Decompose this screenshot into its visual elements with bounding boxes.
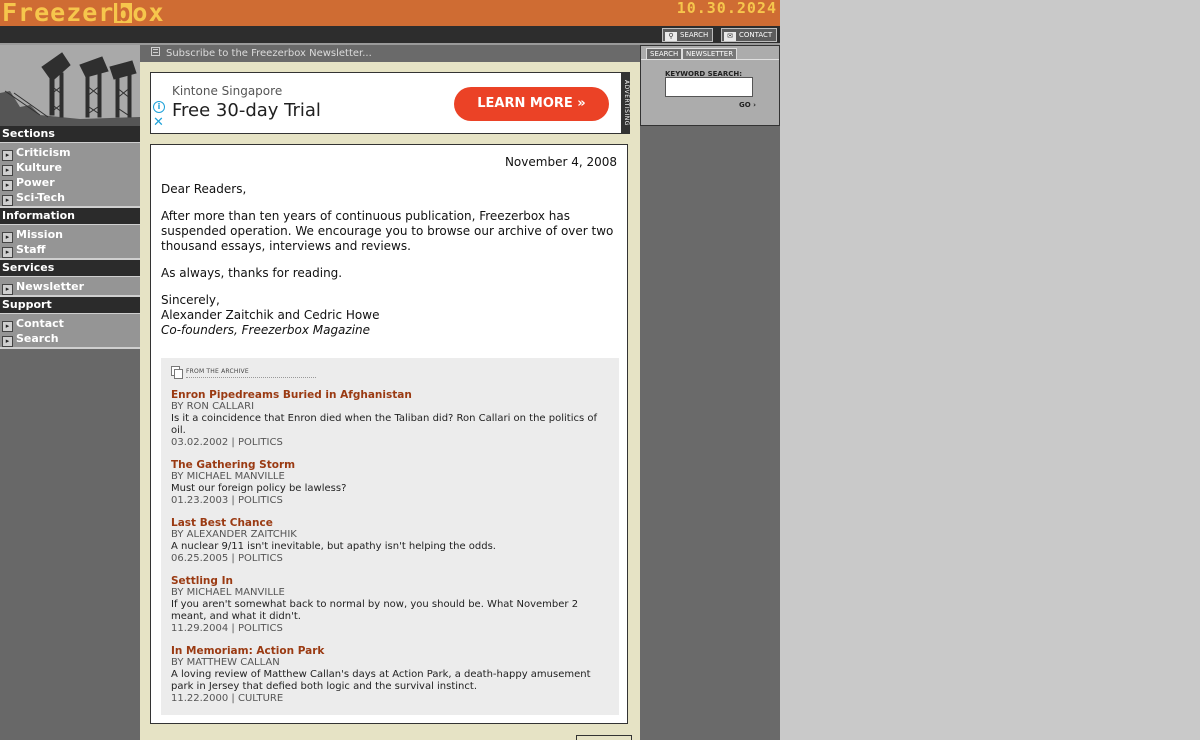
nav-item-label: Newsletter bbox=[16, 280, 85, 293]
nav-item-criticism[interactable]: ▸ Criticism bbox=[0, 145, 140, 161]
nav-item-mission[interactable]: ▸ Mission bbox=[0, 227, 140, 243]
sidebar-illustration bbox=[0, 45, 140, 126]
search-panel: Search Newsletter Keyword Search: GO › bbox=[640, 45, 780, 126]
learn-more-button[interactable]: LEARN MORE » bbox=[454, 87, 609, 121]
archive-item-title[interactable]: The Gathering Storm bbox=[171, 459, 611, 471]
archive-item: Last Best Chance BY ALEXANDER ZAITCHIK A… bbox=[171, 517, 611, 565]
archive-item: In Memoriam: Action Park BY MATTHEW CALL… bbox=[171, 645, 611, 705]
newsletter-icon bbox=[151, 47, 160, 56]
archive-item: The Gathering Storm BY MICHAEL MANVILLE … bbox=[171, 459, 611, 507]
nav-heading-services: Services bbox=[0, 260, 140, 277]
nav-item-label: Criticism bbox=[16, 146, 71, 159]
info-icon[interactable]: i bbox=[153, 101, 165, 113]
nav-item-search[interactable]: ▸ Search bbox=[0, 331, 140, 347]
ad-sponsor: Kintone Singapore bbox=[172, 84, 283, 98]
archive-item: Enron Pipedreams Buried in Afghanistan B… bbox=[171, 389, 611, 449]
letter-signatories: Alexander Zaitchik and Cedric Howe bbox=[161, 308, 380, 322]
nav-heading-information: Information bbox=[0, 208, 140, 225]
nav-item-newsletter[interactable]: ▸ Newsletter bbox=[0, 279, 140, 295]
archive-label: From the Archive bbox=[186, 368, 316, 378]
archive-item-meta: 06.25.2005 | POLITICS bbox=[171, 553, 283, 564]
advertising-tag: ADVERTISING bbox=[622, 72, 630, 134]
letter-role: Co-founders, Freezerbox Magazine bbox=[161, 323, 371, 337]
nav-item-kulture[interactable]: ▸ Kulture bbox=[0, 160, 140, 176]
nav-item-sci-tech[interactable]: ▸ Sci-Tech bbox=[0, 190, 140, 206]
archive-item-title[interactable]: In Memoriam: Action Park bbox=[171, 645, 611, 657]
nav-item-label: Staff bbox=[16, 243, 46, 256]
go-label: GO bbox=[739, 101, 751, 109]
archive-item-meta: 11.22.2000 | CULTURE bbox=[171, 693, 284, 704]
top-nav-bar: ⚲ Search ✉ Contact bbox=[0, 26, 780, 45]
archive-item-byline: BY ALEXANDER ZAITCHIK bbox=[171, 529, 297, 540]
advertisement-banner[interactable]: i ✕ Kintone Singapore Free 30-day Trial … bbox=[150, 72, 622, 134]
archive-item-byline: BY RON CALLARI bbox=[171, 401, 255, 412]
archive-item-byline: BY MATTHEW CALLAN bbox=[171, 657, 280, 668]
archive-item-title[interactable]: Last Best Chance bbox=[171, 517, 611, 529]
search-toplink[interactable]: ⚲ Search bbox=[662, 28, 714, 42]
archive-item-desc: A nuclear 9/11 isn't inevitable, but apa… bbox=[171, 541, 496, 552]
archive-item: Settling In BY MICHAEL MANVILLE If you a… bbox=[171, 575, 611, 635]
header-date: 10.30.2024 bbox=[676, 0, 777, 17]
archive-item-desc: Must our foreign policy be lawless? bbox=[171, 483, 347, 494]
letter-date: November 4, 2008 bbox=[504, 155, 617, 169]
letter-greeting: Dear Readers, bbox=[161, 182, 247, 196]
contact-toplink[interactable]: ✉ Contact bbox=[721, 28, 778, 42]
ad-headline[interactable]: Free 30-day Trial bbox=[172, 100, 321, 121]
site-frame: Freezerbox 10.30.2024 ⚲ Search ✉ Contact bbox=[0, 0, 780, 740]
search-icon: ⚲ bbox=[665, 32, 677, 41]
archive-item-meta: 03.02.2002 | POLITICS bbox=[171, 437, 283, 448]
nav-item-contact[interactable]: ▸ Contact bbox=[0, 316, 140, 332]
archive-item-meta: 01.23.2003 | POLITICS bbox=[171, 495, 283, 506]
nav-item-label: Kulture bbox=[16, 161, 62, 174]
nav-item-label: Search bbox=[16, 332, 59, 345]
back-to-top-button[interactable] bbox=[576, 735, 632, 740]
archive-item-byline: BY MICHAEL MANVILLE bbox=[171, 587, 285, 598]
letter-thanks: As always, thanks for reading. bbox=[161, 266, 343, 280]
close-icon[interactable]: ✕ bbox=[153, 116, 164, 129]
contact-toplink-label: Contact bbox=[739, 31, 773, 39]
archive-panel: From the Archive Enron Pipedreams Buried… bbox=[161, 358, 619, 715]
archive-item-desc: If you aren't somewhat back to normal by… bbox=[171, 599, 579, 622]
nav-list-services: ▸ Newsletter bbox=[0, 277, 140, 297]
envelope-icon: ✉ bbox=[724, 32, 736, 41]
nav-item-label: Power bbox=[16, 176, 55, 189]
archive-item-meta: 11.29.2004 | POLITICS bbox=[171, 623, 283, 634]
arrow-icon: ▸ bbox=[2, 284, 13, 295]
nav-item-label: Sci-Tech bbox=[16, 191, 66, 204]
arrow-icon: ▸ bbox=[2, 336, 13, 347]
archive-item-title[interactable]: Enron Pipedreams Buried in Afghanistan bbox=[171, 389, 611, 401]
nav-item-label: Contact bbox=[16, 317, 64, 330]
archive-item-title[interactable]: Settling In bbox=[171, 575, 611, 587]
archive-item-desc: Is it a coincidence that Enron died when… bbox=[171, 413, 598, 436]
arrow-icon: ▸ bbox=[2, 247, 13, 258]
subscribe-bar[interactable]: Subscribe to the Freezerbox Newsletter..… bbox=[140, 45, 640, 62]
nav-item-power[interactable]: ▸ Power bbox=[0, 175, 140, 191]
nav-heading-sections: Sections bbox=[0, 126, 140, 143]
nav-list-information: ▸ Mission ▸ Staff bbox=[0, 225, 140, 260]
subscribe-link[interactable]: Subscribe to the Freezerbox Newsletter..… bbox=[166, 48, 372, 59]
tab-divider bbox=[641, 59, 779, 60]
go-button[interactable]: GO › bbox=[739, 101, 756, 109]
archive-item-desc: A loving review of Matthew Callan's days… bbox=[171, 669, 591, 692]
copy-icon-back bbox=[174, 369, 183, 379]
letter-body-paragraph: After more than ten years of continuous … bbox=[161, 209, 614, 253]
left-sidebar: Sections ▸ Criticism ▸ Kulture ▸ Power ▸ Sci… bbox=[0, 45, 140, 740]
nav-heading-support: Support bbox=[0, 297, 140, 314]
nav-item-label: Mission bbox=[16, 228, 63, 241]
search-toplink-label: Search bbox=[680, 31, 709, 39]
header-bar: Freezerbox 10.30.2024 bbox=[0, 0, 780, 26]
nav-item-staff[interactable]: ▸ Staff bbox=[0, 242, 140, 258]
keyword-search-input[interactable] bbox=[665, 77, 753, 97]
nav-list-support: ▸ Contact ▸ Search bbox=[0, 314, 140, 349]
letter-box: November 4, 2008 Dear Readers, After mor… bbox=[150, 144, 628, 724]
letter-closing: Sincerely, bbox=[161, 293, 220, 307]
nav-list-sections: ▸ Criticism ▸ Kulture ▸ Power ▸ Sci-Tech bbox=[0, 143, 140, 208]
arrow-icon: ▸ bbox=[2, 195, 13, 206]
main-content: i ✕ Kintone Singapore Free 30-day Trial … bbox=[140, 62, 640, 740]
archive-item-byline: BY MICHAEL MANVILLE bbox=[171, 471, 285, 482]
site-logo[interactable]: Freezerbox bbox=[2, 0, 165, 26]
